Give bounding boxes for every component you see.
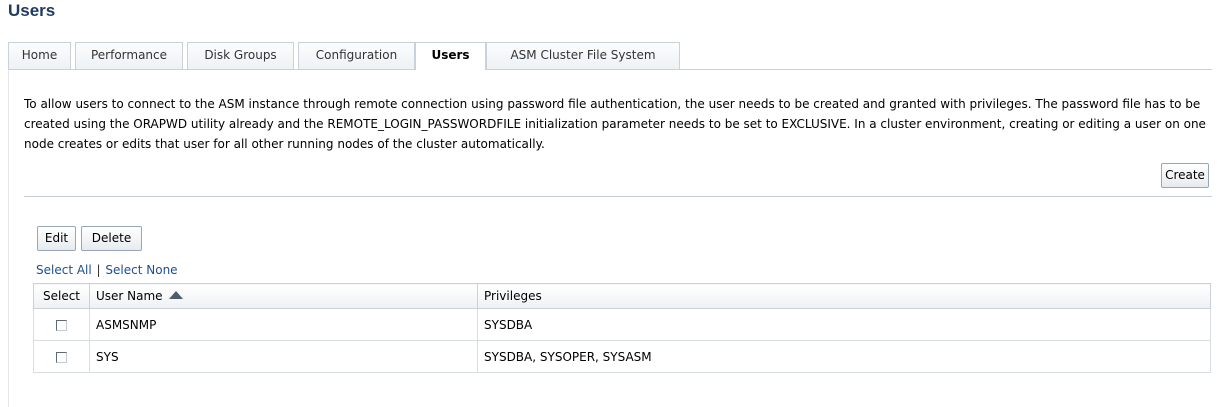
user-name-cell: SYS [89, 340, 478, 373]
edit-button[interactable]: Edit [37, 226, 76, 251]
privileges-cell: SYSDBA [477, 308, 1211, 341]
delete-button[interactable]: Delete [81, 226, 142, 251]
sort-ascending-icon[interactable] [168, 291, 183, 299]
select-column-header: Select [33, 283, 90, 309]
select-all-link[interactable]: Select All [36, 263, 92, 277]
tab-home[interactable]: Home [8, 42, 71, 69]
tab-performance[interactable]: Performance [75, 42, 183, 69]
tab-asm-cluster-file-system[interactable]: ASM Cluster File System [486, 42, 680, 69]
tab-users[interactable]: Users [415, 42, 486, 70]
link-separator: | [96, 263, 101, 277]
selection-links: Select All | Select None [36, 261, 178, 279]
privileges-cell: SYSDBA, SYSOPER, SYSASM [477, 340, 1211, 373]
intro-text: To allow users to connect to the ASM ins… [24, 97, 1206, 151]
user-name-header-label: User Name [96, 289, 163, 303]
table-header-row: Select User Name Privileges [33, 283, 1211, 309]
user-name-cell: ASMSNMP [89, 308, 478, 341]
select-none-link[interactable]: Select None [105, 263, 177, 277]
create-button[interactable]: Create [1161, 163, 1209, 188]
table-row: SYS SYSDBA, SYSOPER, SYSASM [33, 340, 1211, 373]
row-select-cell [33, 308, 90, 341]
page-title: Users [8, 1, 56, 20]
tab-disk-groups[interactable]: Disk Groups [187, 42, 294, 69]
tab-bar: Home Performance Disk Groups Configurati… [8, 42, 1212, 70]
users-table: Select User Name Privileges ASMSNMP SYSD… [33, 283, 1211, 373]
content-border [8, 70, 9, 407]
table-row: ASMSNMP SYSDBA [33, 308, 1211, 341]
user-name-column-header[interactable]: User Name [89, 283, 478, 309]
privileges-column-header: Privileges [477, 283, 1211, 309]
tab-configuration[interactable]: Configuration [298, 42, 415, 69]
row-select-cell [33, 340, 90, 373]
row-checkbox[interactable] [56, 319, 67, 331]
tab-bar-line [8, 69, 1212, 70]
section-divider [24, 196, 1212, 197]
row-checkbox[interactable] [56, 351, 67, 363]
